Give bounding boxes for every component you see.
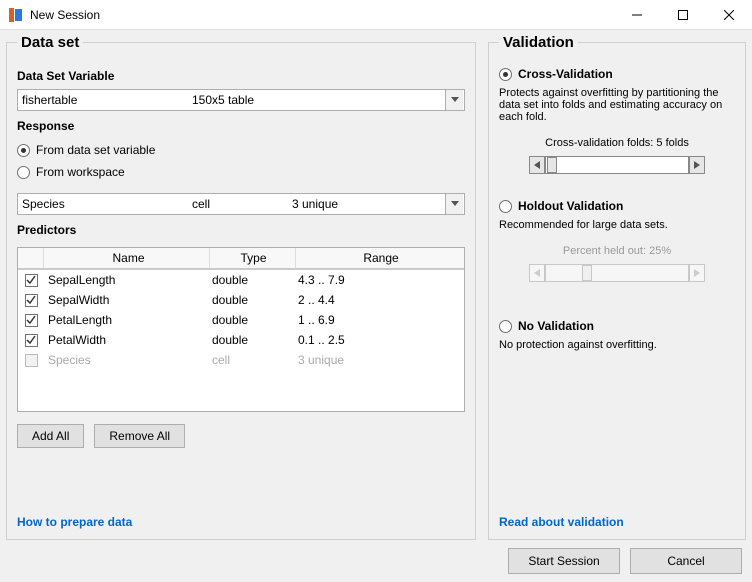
- response-dropdown[interactable]: Species cell 3 unique: [17, 193, 465, 215]
- response-label: Response: [17, 119, 465, 133]
- slider-right-icon: [689, 264, 705, 282]
- predictor-name: Species: [44, 353, 210, 367]
- predictor-type: cell: [210, 353, 296, 367]
- chevron-down-icon: [445, 90, 463, 110]
- header-name[interactable]: Name: [44, 248, 210, 269]
- cancel-button[interactable]: Cancel: [630, 548, 742, 574]
- slider-track: [545, 264, 689, 282]
- validation-legend: Validation: [499, 34, 578, 51]
- radio-from-dataset[interactable]: From data set variable: [17, 143, 465, 157]
- radio-icon: [17, 144, 30, 157]
- table-row: PetalLengthdouble1 .. 6.9: [18, 310, 464, 330]
- slider-thumb[interactable]: [547, 157, 557, 173]
- predictor-type: double: [210, 273, 296, 287]
- header-type[interactable]: Type: [210, 248, 296, 269]
- response-type: cell: [192, 197, 292, 211]
- checkbox: [25, 354, 38, 367]
- checkbox[interactable]: [25, 274, 38, 287]
- radio-from-workspace[interactable]: From workspace: [17, 165, 465, 179]
- predictor-type: double: [210, 313, 296, 327]
- radio-icon: [499, 320, 512, 333]
- predictors-table: Name Type Range SepalLengthdouble4.3 .. …: [17, 247, 465, 412]
- prepare-data-link[interactable]: How to prepare data: [17, 515, 132, 529]
- cross-desc: Protects against overfitting by partitio…: [499, 87, 735, 123]
- table-header: Name Type Range: [18, 248, 464, 270]
- chevron-down-icon: [445, 194, 463, 214]
- checkbox[interactable]: [25, 294, 38, 307]
- radio-icon: [499, 200, 512, 213]
- response-name: Species: [22, 197, 192, 211]
- maximize-button[interactable]: [660, 0, 706, 30]
- validation-panel: Validation Cross-Validation Protects aga…: [488, 34, 746, 540]
- slider-left-icon[interactable]: [529, 156, 545, 174]
- header-range[interactable]: Range: [296, 248, 464, 269]
- add-all-button[interactable]: Add All: [17, 424, 84, 448]
- dataset-var-label: Data Set Variable: [17, 69, 465, 83]
- holdout-desc: Recommended for large data sets.: [499, 219, 735, 231]
- table-row: SepalWidthdouble2 .. 4.4: [18, 290, 464, 310]
- predictor-name: PetalWidth: [44, 333, 210, 347]
- dataset-var-size: 150x5 table: [192, 93, 254, 107]
- read-validation-link[interactable]: Read about validation: [499, 515, 624, 529]
- predictor-range: 3 unique: [296, 353, 444, 367]
- radio-holdout-validation[interactable]: Holdout Validation: [499, 199, 735, 213]
- radio-icon: [499, 68, 512, 81]
- predictor-name: SepalLength: [44, 273, 210, 287]
- table-row: Speciescell3 unique: [18, 350, 464, 370]
- remove-all-button[interactable]: Remove All: [94, 424, 185, 448]
- predictor-range: 2 .. 4.4: [296, 293, 444, 307]
- slider-track[interactable]: [545, 156, 689, 174]
- start-session-button[interactable]: Start Session: [508, 548, 620, 574]
- predictor-name: SepalWidth: [44, 293, 210, 307]
- radio-label: Holdout Validation: [518, 199, 623, 213]
- checkbox[interactable]: [25, 314, 38, 327]
- radio-label: From data set variable: [36, 143, 155, 157]
- predictors-label: Predictors: [17, 223, 465, 237]
- radio-label: From workspace: [36, 165, 125, 179]
- checkbox[interactable]: [25, 334, 38, 347]
- app-icon: [8, 7, 24, 23]
- slider-left-icon: [529, 264, 545, 282]
- none-desc: No protection against overfitting.: [499, 339, 735, 351]
- predictor-name: PetalLength: [44, 313, 210, 327]
- radio-cross-validation[interactable]: Cross-Validation: [499, 67, 735, 81]
- radio-label: No Validation: [518, 319, 594, 333]
- radio-icon: [17, 166, 30, 179]
- minimize-button[interactable]: [614, 0, 660, 30]
- radio-no-validation[interactable]: No Validation: [499, 319, 735, 333]
- close-button[interactable]: [706, 0, 752, 30]
- predictor-type: double: [210, 293, 296, 307]
- predictor-range: 4.3 .. 7.9: [296, 273, 444, 287]
- table-row: SepalLengthdouble4.3 .. 7.9: [18, 270, 464, 290]
- dataset-legend: Data set: [17, 34, 83, 51]
- slider-right-icon[interactable]: [689, 156, 705, 174]
- table-row: PetalWidthdouble0.1 .. 2.5: [18, 330, 464, 350]
- radio-label: Cross-Validation: [518, 67, 613, 81]
- holdout-percent-slider: [529, 263, 705, 283]
- cross-folds-label: Cross-validation folds: 5 folds: [499, 137, 735, 149]
- dataset-var-name: fishertable: [22, 93, 192, 107]
- predictor-range: 1 .. 6.9: [296, 313, 444, 327]
- dataset-panel: Data set Data Set Variable fishertable 1…: [6, 34, 476, 540]
- footer: Start Session Cancel: [0, 544, 752, 578]
- response-range: 3 unique: [292, 197, 338, 211]
- titlebar: New Session: [0, 0, 752, 30]
- dataset-var-dropdown[interactable]: fishertable 150x5 table: [17, 89, 465, 111]
- predictor-range: 0.1 .. 2.5: [296, 333, 444, 347]
- predictor-type: double: [210, 333, 296, 347]
- cross-folds-slider[interactable]: [529, 155, 705, 175]
- slider-thumb: [582, 265, 592, 281]
- window-title: New Session: [30, 8, 614, 22]
- holdout-percent-label: Percent held out: 25%: [499, 245, 735, 257]
